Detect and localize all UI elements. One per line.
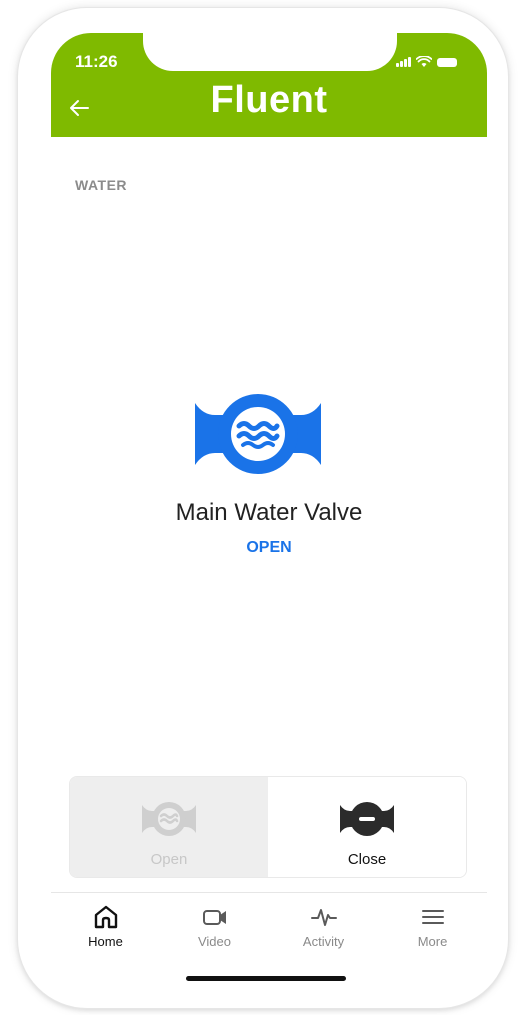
valve-controls: Open Close	[69, 776, 467, 878]
tab-more-label: More	[417, 934, 448, 949]
home-icon	[94, 905, 117, 929]
tab-bar: Home Video Activity More	[51, 892, 487, 957]
app-header: 11:26 Fluent	[51, 33, 487, 137]
valve-close-icon	[340, 802, 394, 836]
menu-icon	[421, 910, 444, 924]
status-time: 11:26	[75, 52, 118, 71]
close-button-label: Close	[347, 851, 387, 868]
open-button-label: Open	[150, 851, 188, 868]
tab-home[interactable]: Home	[51, 893, 160, 957]
tab-activity[interactable]: Activity	[269, 893, 378, 957]
app-screen: 11:26 Fluent WATER Main Water Valve OPEN	[51, 33, 487, 993]
device-status: OPEN	[246, 539, 292, 556]
wifi-icon	[416, 56, 432, 67]
video-camera-icon	[202, 910, 226, 925]
tab-video[interactable]: Video	[160, 893, 269, 957]
device-name: Main Water Valve	[175, 499, 363, 526]
valve-open-icon	[142, 802, 196, 836]
tab-more[interactable]: More	[378, 893, 487, 957]
battery-icon	[437, 57, 457, 67]
section-label: WATER	[75, 177, 128, 193]
close-button[interactable]: Close	[268, 777, 466, 877]
tab-activity-label: Activity	[302, 934, 345, 949]
tab-video-label: Video	[197, 934, 231, 949]
open-button[interactable]: Open	[70, 777, 268, 877]
signal-icon	[396, 57, 411, 67]
activity-pulse-icon	[310, 909, 337, 926]
status-icons	[396, 56, 457, 68]
device-notch	[143, 33, 397, 71]
water-valve-icon	[195, 394, 321, 474]
home-indicator[interactable]	[186, 976, 346, 981]
brand-logo: Fluent	[210, 79, 328, 121]
tab-home-label: Home	[88, 934, 123, 949]
